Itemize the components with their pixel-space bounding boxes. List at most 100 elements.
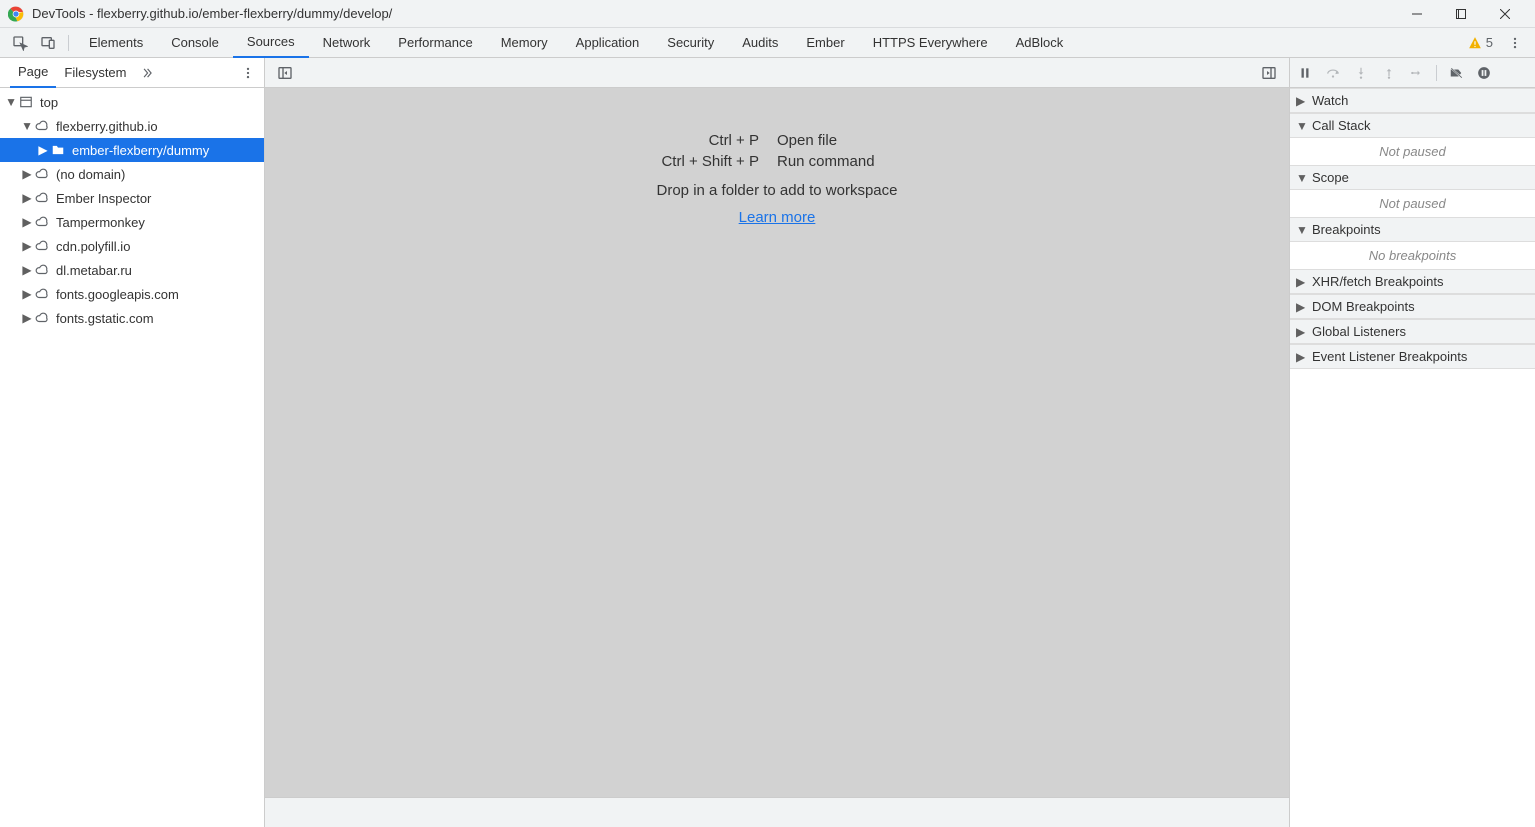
- debug-section-global-listeners[interactable]: ▶ Global Listeners: [1290, 319, 1535, 344]
- navigator-tab-filesystem[interactable]: Filesystem: [56, 58, 134, 88]
- panel-tab-performance[interactable]: Performance: [384, 28, 486, 58]
- window-minimize-button[interactable]: [1395, 0, 1439, 28]
- navigator-kebab-icon[interactable]: [236, 61, 260, 85]
- tree-item-label: Tampermonkey: [56, 215, 145, 230]
- tree-item-label: dl.metabar.ru: [56, 263, 132, 278]
- tree-item[interactable]: ▶ ember-flexberry/dummy: [0, 138, 264, 162]
- tree-item-label: ember-flexberry/dummy: [72, 143, 209, 158]
- tree-item[interactable]: ▶ fonts.gstatic.com: [0, 306, 264, 330]
- tree-item[interactable]: ▶(no domain): [0, 162, 264, 186]
- section-arrow-icon: ▶: [1296, 275, 1308, 289]
- shortcut-key: Ctrl + Shift + P: [527, 153, 777, 170]
- tree-arrow-icon: ▶: [38, 143, 48, 157]
- panel-tab-security[interactable]: Security: [653, 28, 728, 58]
- frame-icon: [18, 94, 34, 110]
- file-tree[interactable]: ▼top▼flexberry.github.io▶ember-flexberry…: [0, 88, 264, 827]
- panel-tab-audits[interactable]: Audits: [728, 28, 792, 58]
- shortcut-action: Run command: [777, 153, 1027, 170]
- tree-item-label: fonts.googleapis.com: [56, 287, 179, 302]
- section-label: Scope: [1312, 170, 1349, 185]
- tree-item-label: Ember Inspector: [56, 191, 151, 206]
- navigator-tab-page[interactable]: Page: [10, 58, 56, 88]
- section-body: No breakpoints: [1290, 242, 1535, 269]
- cloud-icon: [34, 166, 50, 182]
- tree-item[interactable]: ▶ dl.metabar.ru: [0, 258, 264, 282]
- section-arrow-icon: ▶: [1296, 94, 1308, 108]
- tree-item-label: flexberry.github.io: [56, 119, 158, 134]
- shortcut-key: Ctrl + P: [527, 132, 777, 149]
- console-warning-count[interactable]: 5: [1468, 35, 1493, 50]
- editor-panel: Ctrl + POpen fileCtrl + Shift + PRun com…: [265, 58, 1289, 827]
- section-body: Not paused: [1290, 190, 1535, 217]
- panel-tab-memory[interactable]: Memory: [487, 28, 562, 58]
- section-label: Breakpoints: [1312, 222, 1381, 237]
- tree-item[interactable]: ▼top: [0, 90, 264, 114]
- section-label: Watch: [1312, 93, 1348, 108]
- learn-more-link[interactable]: Learn more: [739, 209, 816, 226]
- toggle-navigator-icon[interactable]: [271, 59, 299, 87]
- panel-tab-elements[interactable]: Elements: [75, 28, 157, 58]
- panel-tab-console[interactable]: Console: [157, 28, 233, 58]
- step-out-icon[interactable]: [1378, 62, 1400, 84]
- more-tabs-icon[interactable]: [135, 61, 159, 85]
- debug-section-event-listener-breakpoints[interactable]: ▶ Event Listener Breakpoints: [1290, 344, 1535, 369]
- panel-tab-application[interactable]: Application: [562, 28, 654, 58]
- tree-item[interactable]: ▼flexberry.github.io: [0, 114, 264, 138]
- pause-icon[interactable]: [1294, 62, 1316, 84]
- section-arrow-icon: ▼: [1296, 119, 1308, 133]
- pause-on-exceptions-icon[interactable]: [1473, 62, 1495, 84]
- section-label: Event Listener Breakpoints: [1312, 349, 1467, 364]
- window-close-button[interactable]: [1483, 0, 1527, 28]
- tree-arrow-icon: ▶: [22, 263, 32, 277]
- debug-section-watch[interactable]: ▶ Watch: [1290, 88, 1535, 113]
- panel-tab-network[interactable]: Network: [309, 28, 385, 58]
- tree-item[interactable]: ▶ Tampermonkey: [0, 210, 264, 234]
- section-body: Not paused: [1290, 138, 1535, 165]
- kebab-menu-icon[interactable]: [1501, 29, 1529, 57]
- panel-tab-https-everywhere[interactable]: HTTPS Everywhere: [859, 28, 1002, 58]
- debug-section-dom-breakpoints[interactable]: ▶DOM Breakpoints: [1290, 294, 1535, 319]
- debug-section-breakpoints[interactable]: ▼ Breakpoints: [1290, 217, 1535, 242]
- debug-section-xhr-fetch-breakpoints[interactable]: ▶ XHR/fetch Breakpoints: [1290, 269, 1535, 294]
- window-maximize-button[interactable]: [1439, 0, 1483, 28]
- panel-tab-adblock[interactable]: AdBlock: [1002, 28, 1078, 58]
- section-label: XHR/fetch Breakpoints: [1312, 274, 1444, 289]
- step-over-icon[interactable]: [1322, 62, 1344, 84]
- devtools-panel-tabs: ElementsConsoleSourcesNetworkPerformance…: [0, 28, 1535, 58]
- cloud-icon: [34, 310, 50, 326]
- window-title: DevTools - flexberry.github.io/ember-fle…: [32, 6, 392, 21]
- shortcut-row: Ctrl + POpen file: [527, 132, 1027, 149]
- step-icon[interactable]: [1406, 62, 1428, 84]
- tree-item[interactable]: ▶fonts.googleapis.com: [0, 282, 264, 306]
- panel-tab-sources[interactable]: Sources: [233, 28, 309, 58]
- tree-item-label: (no domain): [56, 167, 125, 182]
- chrome-icon: [8, 6, 24, 22]
- panel-tab-ember[interactable]: Ember: [792, 28, 858, 58]
- deactivate-breakpoints-icon[interactable]: [1445, 62, 1467, 84]
- section-arrow-icon: ▶: [1296, 325, 1308, 339]
- toggle-debugger-icon[interactable]: [1255, 59, 1283, 87]
- debug-section-scope[interactable]: ▼Scope: [1290, 165, 1535, 190]
- step-into-icon[interactable]: [1350, 62, 1372, 84]
- warning-count-text: 5: [1486, 35, 1493, 50]
- tree-arrow-icon: ▶: [22, 311, 32, 325]
- tree-item-label: fonts.gstatic.com: [56, 311, 154, 326]
- tree-item[interactable]: ▶cdn.polyfill.io: [0, 234, 264, 258]
- section-arrow-icon: ▼: [1296, 223, 1308, 237]
- section-label: Global Listeners: [1312, 324, 1406, 339]
- debug-controls: [1290, 58, 1535, 88]
- shortcut-action: Open file: [777, 132, 1027, 149]
- section-label: DOM Breakpoints: [1312, 299, 1415, 314]
- editor-statusbar: [265, 797, 1289, 827]
- section-arrow-icon: ▶: [1296, 350, 1308, 364]
- cloud-icon: [34, 262, 50, 278]
- device-toggle-icon[interactable]: [34, 29, 62, 57]
- tree-arrow-icon: ▶: [22, 215, 32, 229]
- cloud-icon: [34, 118, 50, 134]
- debug-section-call-stack[interactable]: ▼Call Stack: [1290, 113, 1535, 138]
- tree-item[interactable]: ▶Ember Inspector: [0, 186, 264, 210]
- shortcut-row: Ctrl + Shift + PRun command: [527, 153, 1027, 170]
- inspect-element-icon[interactable]: [6, 29, 34, 57]
- tree-arrow-icon: ▶: [22, 239, 32, 253]
- tree-arrow-icon: ▼: [6, 95, 16, 109]
